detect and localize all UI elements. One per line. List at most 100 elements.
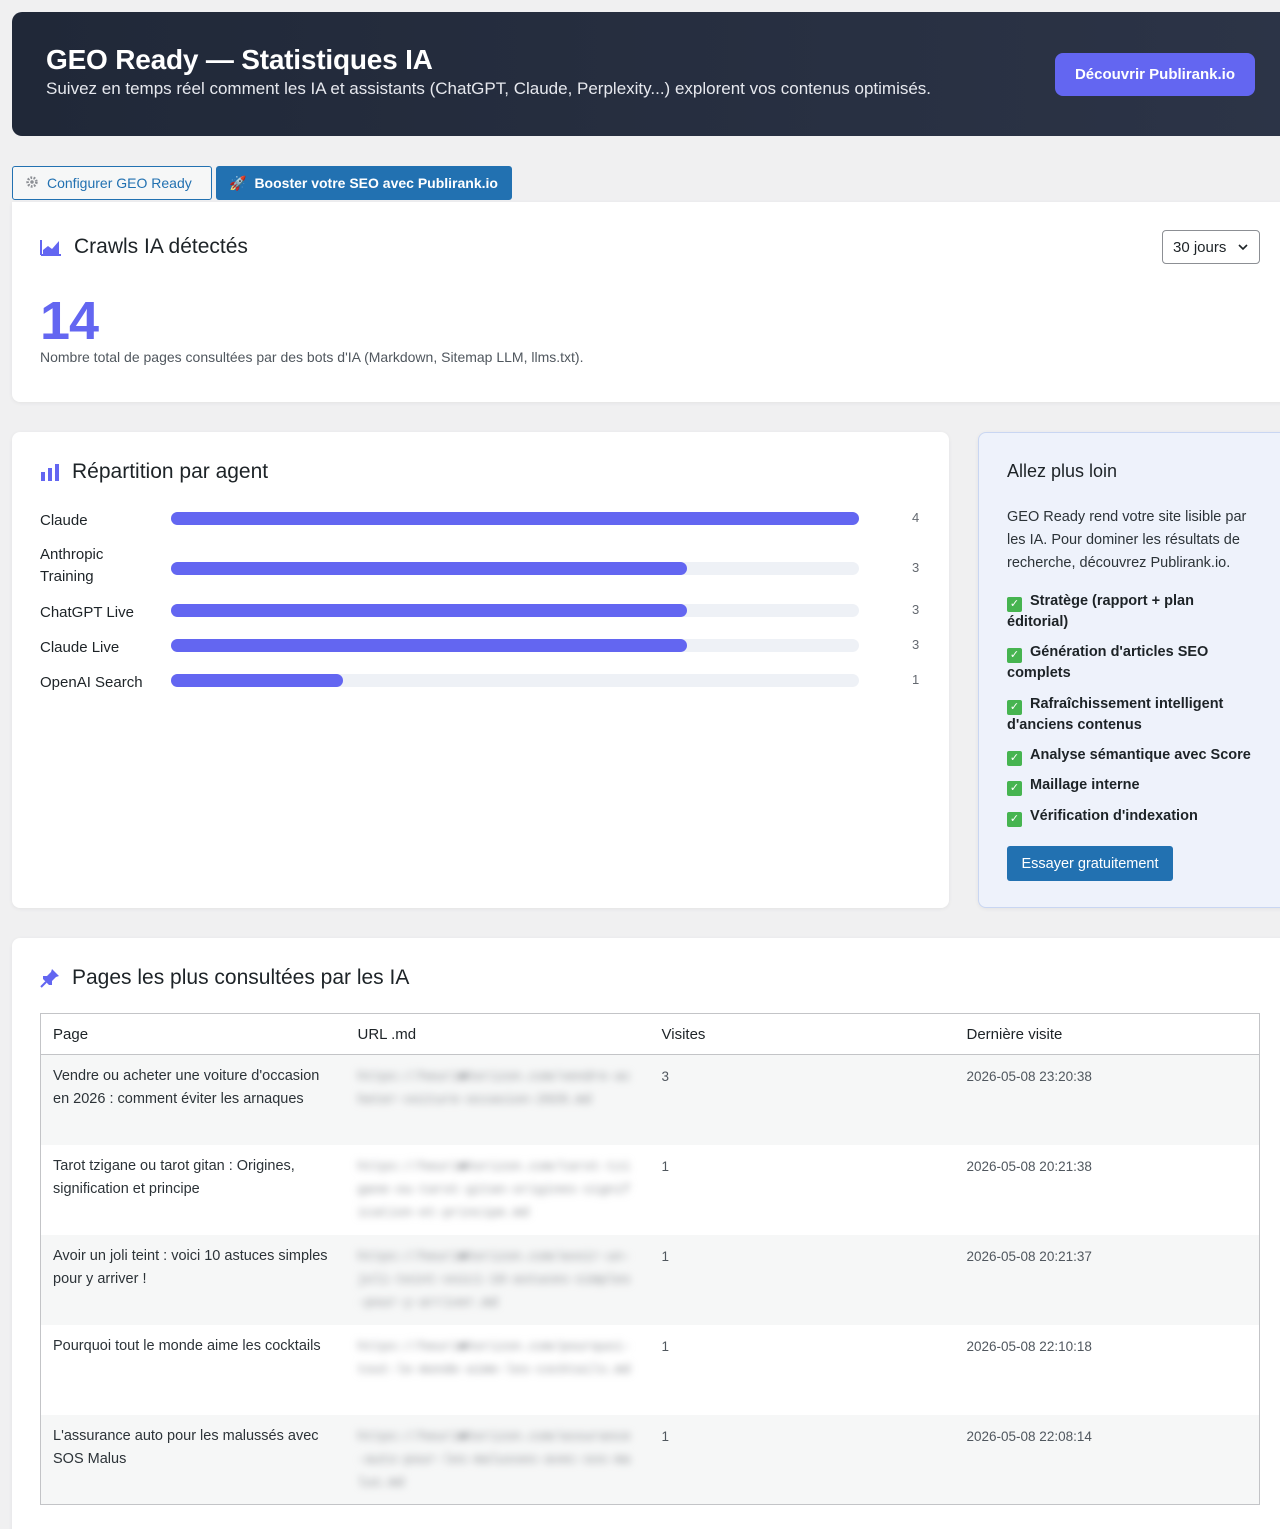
period-value: 30 jours	[1173, 238, 1227, 256]
feature-item: ✓ Rafraîchissement intelligent d'anciens …	[1007, 694, 1257, 736]
table-row: Tarot tzigane ou tarot gitan : Origines,…	[40, 1144, 1260, 1235]
rocket-icon: 🚀	[229, 174, 247, 191]
table-header-row: Page URL .md Visites Dernière visite	[40, 1013, 1260, 1055]
cell-visits: 1	[649, 1324, 955, 1415]
cell-url: https://heuri■horizon.com/tarot-tzigane-…	[345, 1144, 650, 1235]
agent-bar-fill	[171, 512, 859, 525]
cell-url: https://heuri■horizon.com/avoir-un-joli-…	[345, 1234, 650, 1325]
page-title: GEO Ready — Statistiques IA	[46, 44, 433, 75]
check-icon: ✓	[1007, 781, 1022, 796]
feature-item: ✓ Analyse sémantique avec Score	[1007, 745, 1257, 766]
cell-url: https://heuri■horizon.com/vendre-acheter…	[345, 1054, 650, 1145]
agent-bar-track	[171, 674, 859, 687]
table-row: Avoir un joli teint : voici 10 astuces s…	[40, 1234, 1260, 1325]
agents-title: Répartition par agent	[40, 460, 268, 484]
period-select[interactable]: 30 jours	[1162, 230, 1260, 264]
agent-bar-fill	[171, 674, 343, 687]
total-crawls-description: Nombre total de pages consultées par des…	[40, 349, 584, 365]
column-header-visits: Visites	[649, 1013, 955, 1055]
agents-card: Répartition par agent Claude 4 Anthropic T…	[12, 432, 949, 908]
agent-name: Claude	[40, 512, 88, 529]
agent-bar-track	[171, 639, 859, 652]
cell-url: https://heuri■horizon.com/assurance-auto…	[345, 1414, 650, 1505]
md-url-link[interactable]: https://heuri■horizon.com/vendre-acheter…	[358, 1069, 631, 1107]
column-header-page: Page	[40, 1013, 346, 1055]
agent-bar-fill	[171, 562, 687, 575]
agent-name: OpenAI Search	[40, 674, 143, 691]
feature-item: ✓ Vérification d'indexation	[1007, 806, 1257, 827]
agent-count: 4	[912, 510, 920, 525]
promo-title: Allez plus loin	[1007, 461, 1118, 481]
gear-icon	[25, 175, 39, 192]
agent-count: 3	[912, 602, 920, 617]
check-icon: ✓	[1007, 597, 1022, 612]
cell-page: Avoir un joli teint : voici 10 astuces s…	[40, 1234, 346, 1325]
feature-label: Rafraîchissement intelligent d'anciens c…	[1007, 696, 1224, 733]
agent-name: Claude Live	[40, 639, 120, 656]
agent-bar-track	[171, 562, 859, 575]
feature-item: ✓ Maillage interne	[1007, 775, 1257, 796]
boost-seo-button[interactable]: 🚀 Booster votre SEO avec Publirank.io	[216, 166, 512, 200]
agent-bar-track	[171, 604, 859, 617]
feature-item: ✓ Stratège (rapport + plan éditorial)	[1007, 591, 1257, 633]
pages-title: Pages les plus consultées par les IA	[40, 966, 409, 990]
agent-bar-track	[171, 512, 859, 525]
feature-label: Analyse sémantique avec Score	[1030, 747, 1251, 763]
total-crawls-value: 14	[40, 291, 99, 351]
cell-last-visit: 2026-05-08 20:21:38	[954, 1144, 1260, 1235]
agent-bar-fill	[171, 639, 687, 652]
md-url-link[interactable]: https://heuri■horizon.com/pourquoi-tout-…	[358, 1339, 631, 1377]
pages-table: Page URL .md Visites Dernière visite Ven…	[40, 1013, 1260, 1505]
table-row: Pourquoi tout le monde aime les cocktail…	[40, 1324, 1260, 1415]
area-chart-icon	[40, 238, 62, 256]
column-header-last-visit: Dernière visite	[954, 1013, 1260, 1055]
cell-page: L'assurance auto pour les malussés avec …	[40, 1414, 346, 1505]
table-row: Vendre ou acheter une voiture d'occasion…	[40, 1054, 1260, 1145]
pages-card: Pages les plus consultées par les IA Pag…	[12, 938, 1280, 1529]
check-icon: ✓	[1007, 812, 1022, 827]
check-icon: ✓	[1007, 700, 1022, 715]
configure-label: Configurer GEO Ready	[47, 175, 192, 191]
promo-card: Allez plus loin GEO Ready rend votre sit…	[978, 432, 1280, 908]
agent-name: Anthropic Training	[40, 546, 104, 585]
agent-count: 3	[912, 560, 920, 575]
crawls-title: Crawls IA détectés	[40, 235, 248, 259]
cell-url: https://heuri■horizon.com/pourquoi-tout-…	[345, 1324, 650, 1415]
cell-visits: 1	[649, 1414, 955, 1505]
md-url-link[interactable]: https://heuri■horizon.com/tarot-tzigane-…	[358, 1159, 631, 1220]
feature-item: ✓ Génération d'articles SEO complets	[1007, 642, 1257, 684]
md-url-link[interactable]: https://heuri■horizon.com/assurance-auto…	[358, 1429, 631, 1490]
boost-label: Booster votre SEO avec Publirank.io	[254, 175, 498, 191]
md-url-link[interactable]: https://heuri■horizon.com/avoir-un-joli-…	[358, 1249, 631, 1310]
page-header: GEO Ready — Statistiques IA Suivez en te…	[12, 12, 1280, 136]
feature-label: Stratège (rapport + plan éditorial)	[1007, 593, 1194, 630]
column-header-url: URL .md	[345, 1013, 650, 1055]
cell-page: Vendre ou acheter une voiture d'occasion…	[40, 1054, 346, 1145]
check-icon: ✓	[1007, 648, 1022, 663]
cell-visits: 3	[649, 1054, 955, 1145]
feature-label: Génération d'articles SEO complets	[1007, 644, 1209, 681]
feature-label: Maillage interne	[1030, 777, 1140, 793]
feature-label: Vérification d'indexation	[1030, 808, 1198, 824]
page-subtitle: Suivez en temps réel comment les IA et a…	[46, 79, 932, 98]
cell-page: Pourquoi tout le monde aime les cocktail…	[40, 1324, 346, 1415]
cell-last-visit: 2026-05-08 23:20:38	[954, 1054, 1260, 1145]
discover-publirank-button[interactable]: Découvrir Publirank.io	[1055, 53, 1255, 96]
configure-geo-ready-button[interactable]: Configurer GEO Ready	[12, 166, 212, 200]
bar-chart-icon	[40, 463, 60, 481]
cell-last-visit: 2026-05-08 22:10:18	[954, 1324, 1260, 1415]
try-free-button[interactable]: Essayer gratuitement	[1007, 846, 1173, 881]
agent-bar-fill	[171, 604, 687, 617]
agent-name: ChatGPT Live	[40, 604, 134, 621]
cell-page: Tarot tzigane ou tarot gitan : Origines,…	[40, 1144, 346, 1235]
crawls-card: Crawls IA détectés 30 jours 14 Nombre to…	[12, 202, 1280, 402]
check-icon: ✓	[1007, 751, 1022, 766]
cell-visits: 1	[649, 1144, 955, 1235]
agent-count: 3	[912, 637, 920, 652]
promo-text: GEO Ready rend votre site lisible par le…	[1007, 509, 1247, 571]
agent-count: 1	[912, 672, 920, 687]
chevron-down-icon	[1237, 240, 1249, 257]
cell-visits: 1	[649, 1234, 955, 1325]
table-row: L'assurance auto pour les malussés avec …	[40, 1414, 1260, 1505]
cell-last-visit: 2026-05-08 22:08:14	[954, 1414, 1260, 1505]
